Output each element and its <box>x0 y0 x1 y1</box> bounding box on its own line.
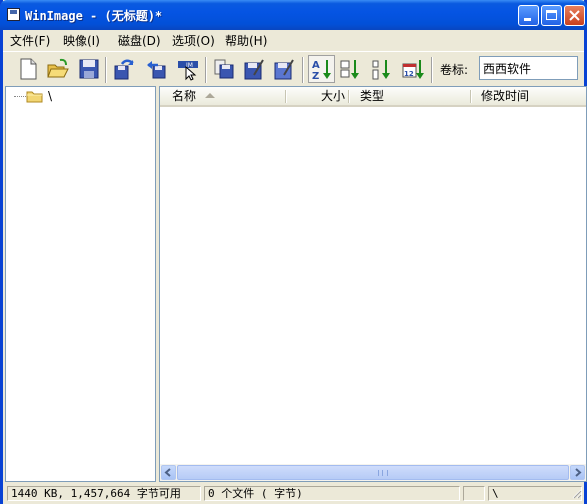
window-title: WinImage - (无标题)* <box>25 9 163 23</box>
toolbar: IM AZ 12 卷标: <box>3 51 584 88</box>
menu-options[interactable]: 选项(O) <box>172 32 215 49</box>
view-cursor-icon: IM <box>178 61 198 81</box>
tree-root-item[interactable]: \ <box>48 89 52 103</box>
chevron-right-icon <box>575 468 582 477</box>
folder-icon <box>26 91 43 103</box>
title-bar[interactable]: WinImage - (无标题)* <box>0 0 587 30</box>
status-capacity: 1440 KB, 1,457,664 字节可用 <box>7 486 201 501</box>
column-header-name[interactable]: 名称 <box>172 87 196 105</box>
open-button[interactable] <box>45 56 71 82</box>
svg-text:Z: Z <box>312 71 319 81</box>
minimize-button[interactable] <box>518 5 539 26</box>
svg-text:12: 12 <box>404 70 414 78</box>
sort-size-icon <box>372 60 390 80</box>
sort-by-name-button[interactable]: AZ <box>308 55 335 83</box>
sort-by-date-button[interactable]: 12 <box>400 56 426 82</box>
sort-ascending-icon <box>205 93 215 98</box>
save-disk-icon <box>79 59 99 79</box>
volume-label-input[interactable] <box>479 56 578 80</box>
maximize-button[interactable] <box>541 5 562 26</box>
inject-button[interactable] <box>111 56 137 82</box>
status-empty-pane <box>463 486 485 501</box>
file-list[interactable]: 名称 大小 类型 修改时间 <box>159 86 587 482</box>
folder-tree[interactable]: \ <box>5 86 156 482</box>
column-header-size[interactable]: 大小 <box>321 87 345 105</box>
chevron-left-icon <box>164 468 171 477</box>
disk-write-button[interactable] <box>241 56 267 82</box>
format-write-button[interactable] <box>271 56 297 82</box>
close-icon <box>569 10 580 21</box>
extract-icon <box>147 61 166 79</box>
scroll-left-button[interactable] <box>161 465 176 480</box>
menu-help[interactable]: 帮助(H) <box>225 32 267 49</box>
disk-write-icon <box>244 59 264 80</box>
close-button[interactable] <box>564 5 585 26</box>
horizontal-scrollbar[interactable] <box>160 464 586 481</box>
sort-az-icon: AZ <box>312 60 331 81</box>
sort-date-icon: 12 <box>402 60 424 79</box>
open-folder-icon <box>47 58 69 78</box>
sort-by-type-button[interactable] <box>338 56 364 82</box>
volume-label-caption: 卷标: <box>440 63 469 77</box>
view-button[interactable]: IM <box>175 56 201 82</box>
new-button[interactable] <box>15 56 41 82</box>
inject-icon <box>114 59 134 80</box>
resize-grip-icon[interactable] <box>570 487 582 499</box>
extract-button[interactable] <box>143 56 169 82</box>
scroll-right-button[interactable] <box>570 465 585 480</box>
svg-text:A: A <box>312 60 320 71</box>
save-button[interactable] <box>76 56 102 82</box>
menu-image[interactable]: 映像(I) <box>63 32 100 49</box>
status-bar: 1440 KB, 1,457,664 字节可用 0 个文件 ( 字节) \ <box>3 484 584 504</box>
disk-read-button[interactable] <box>211 56 237 82</box>
list-header: 名称 大小 类型 修改时间 <box>160 87 586 107</box>
scroll-thumb[interactable] <box>177 465 569 480</box>
sort-by-size-button[interactable] <box>369 56 395 82</box>
menu-disk[interactable]: 磁盘(D) <box>118 32 161 49</box>
minimize-icon <box>524 18 531 21</box>
new-file-icon <box>20 58 37 80</box>
maximize-icon <box>546 10 557 20</box>
sort-type-icon <box>340 60 359 79</box>
status-path: \ <box>488 486 582 501</box>
menu-bar: 文件(F) 映像(I) 磁盘(D) 选项(O) 帮助(H) <box>3 30 584 49</box>
menu-file[interactable]: 文件(F) <box>10 32 50 49</box>
app-icon[interactable] <box>7 8 20 21</box>
column-header-type[interactable]: 类型 <box>360 87 384 105</box>
status-file-count: 0 个文件 ( 字节) <box>204 486 460 501</box>
column-header-modified[interactable]: 修改时间 <box>481 87 529 105</box>
main-window: WinImage - (无标题)* 文件(F) 映像(I) 磁盘(D) 选项(O… <box>0 0 587 504</box>
disk-read-icon <box>214 59 234 79</box>
format-write-icon <box>274 59 294 80</box>
